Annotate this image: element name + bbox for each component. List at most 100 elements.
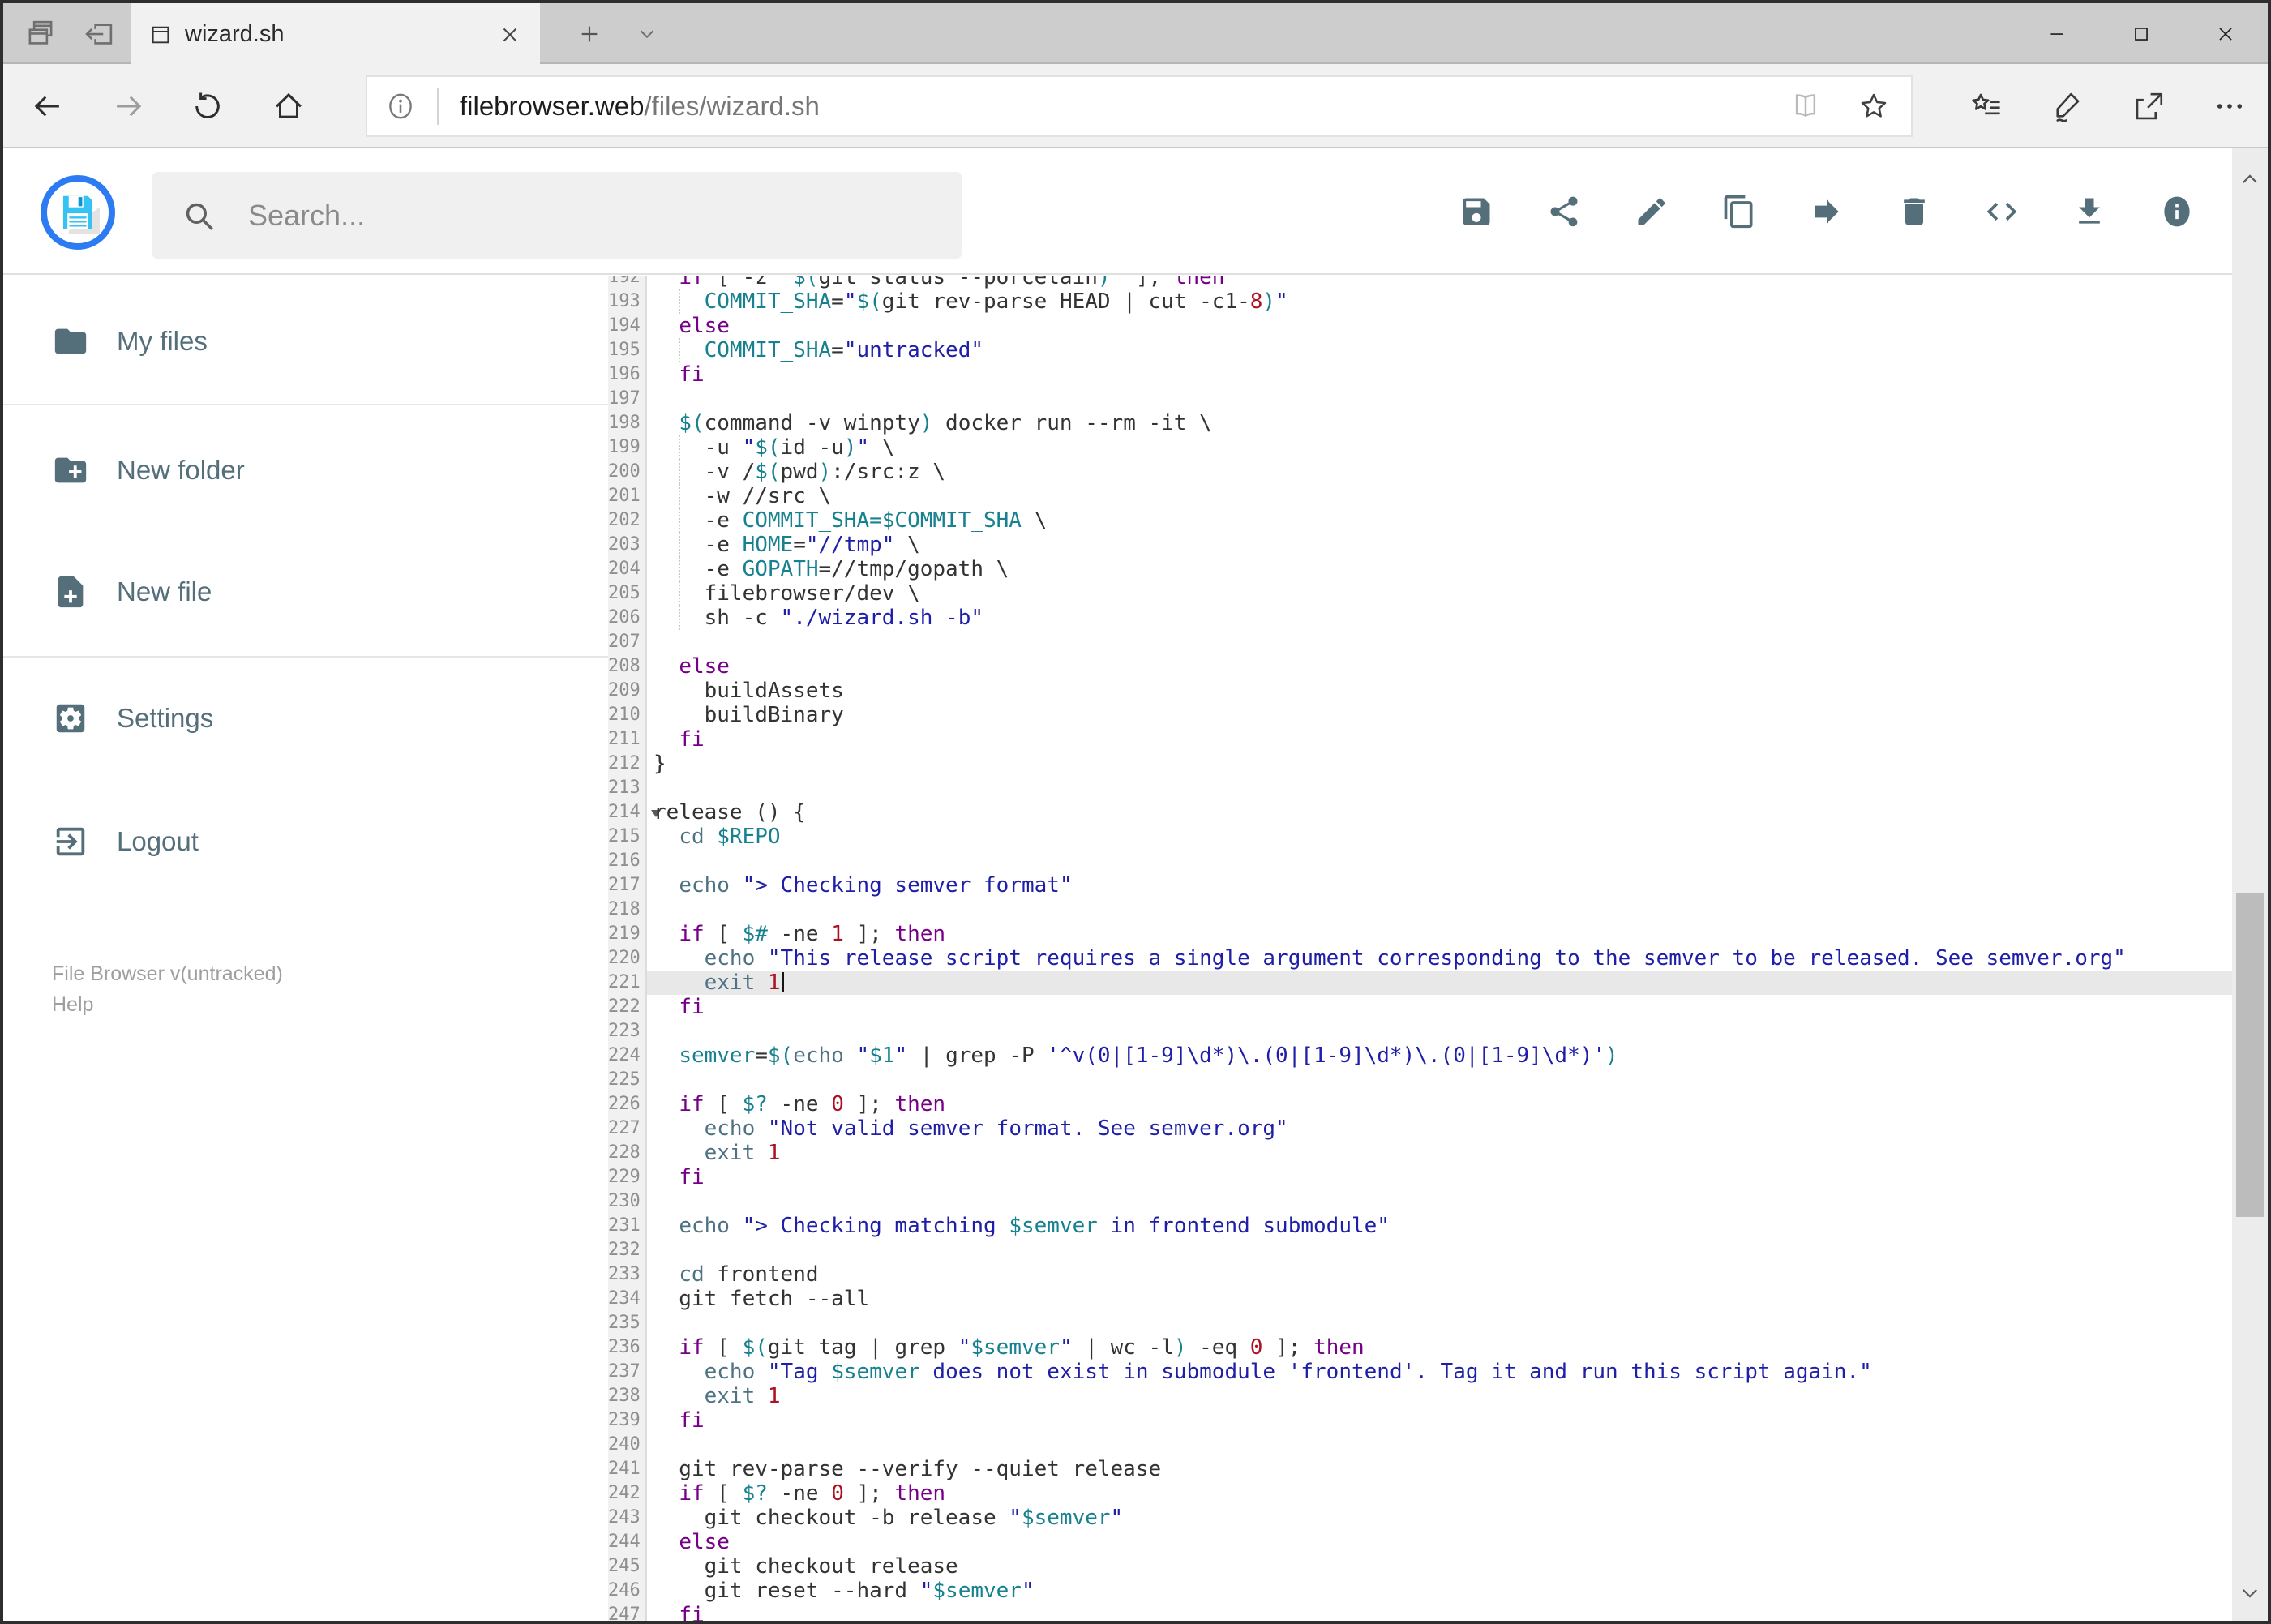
- code-line[interactable]: 243 git checkout -b release "$semver": [608, 1506, 2232, 1530]
- code-line[interactable]: 192 if [ -z "$(git status --porcelain)" …: [608, 276, 2232, 289]
- code-line[interactable]: 240: [608, 1433, 2232, 1457]
- code-line[interactable]: 199 -u "$(id -u)" \: [608, 435, 2232, 460]
- site-info-icon[interactable]: [385, 91, 416, 122]
- code-line[interactable]: 246 git reset --hard "$semver": [608, 1579, 2232, 1603]
- line-number: 214: [608, 800, 661, 825]
- code-line[interactable]: 195 COMMIT_SHA="untracked": [608, 338, 2232, 362]
- code-line[interactable]: 216: [608, 849, 2232, 873]
- code-line[interactable]: 241 git rev-parse --verify --quiet relea…: [608, 1457, 2232, 1481]
- reading-view-icon[interactable]: [1789, 90, 1822, 122]
- code-line[interactable]: 214 release () {: [608, 800, 2232, 825]
- close-button[interactable]: [2183, 3, 2268, 64]
- info-button[interactable]: [2159, 187, 2195, 236]
- back-button[interactable]: [18, 64, 76, 148]
- forward-button[interactable]: [100, 64, 158, 148]
- hub-favorites-button[interactable]: [1969, 81, 2004, 131]
- address-bar[interactable]: filebrowser.web/files/wizard.sh: [366, 75, 1913, 137]
- code-line[interactable]: 205 filebrowser/dev \: [608, 581, 2232, 606]
- code-line[interactable]: 207: [608, 630, 2232, 654]
- scroll-down-button[interactable]: [2232, 1575, 2268, 1611]
- code-line[interactable]: 234 git fetch --all: [608, 1287, 2232, 1311]
- code-line[interactable]: 200 -v /$(pwd):/src:z \: [608, 460, 2232, 484]
- code-line[interactable]: 220 echo "This release script requires a…: [608, 946, 2232, 971]
- sidebar-item-settings[interactable]: Settings: [3, 678, 608, 759]
- code-line[interactable]: 228 exit 1: [608, 1141, 2232, 1165]
- page-scrollbar[interactable]: [2232, 148, 2268, 1621]
- code-line[interactable]: 235: [608, 1311, 2232, 1335]
- favorite-star-icon[interactable]: [1858, 90, 1890, 122]
- code-line[interactable]: 209 buildAssets: [608, 679, 2232, 703]
- code-line[interactable]: 224 semver=$(echo "$1" | grep -P '^v(0|[…: [608, 1043, 2232, 1068]
- code-line[interactable]: 197: [608, 387, 2232, 411]
- code-line[interactable]: 225: [608, 1068, 2232, 1092]
- set-tabs-aside-button[interactable]: [75, 3, 123, 64]
- code-line[interactable]: 239 fi: [608, 1408, 2232, 1433]
- code-line[interactable]: 193 COMMIT_SHA="$(git rev-parse HEAD | c…: [608, 289, 2232, 314]
- code-line[interactable]: 247 fi: [608, 1603, 2232, 1621]
- share-file-button[interactable]: [1546, 187, 1582, 236]
- web-note-button[interactable]: [2050, 81, 2085, 131]
- copy-button[interactable]: [1721, 187, 1757, 236]
- code-line[interactable]: 194 else: [608, 314, 2232, 338]
- code-line[interactable]: 210 buildBinary: [608, 703, 2232, 727]
- code-editor[interactable]: 192 if [ -z "$(git status --porcelain)" …: [608, 276, 2232, 1621]
- code-line[interactable]: 229 fi: [608, 1165, 2232, 1189]
- more-actions-button[interactable]: [2212, 81, 2247, 131]
- code-line[interactable]: 227 echo "Not valid semver format. See s…: [608, 1116, 2232, 1141]
- code-line[interactable]: 238 exit 1: [608, 1384, 2232, 1408]
- maximize-button[interactable]: [2099, 3, 2183, 64]
- refresh-button[interactable]: [178, 64, 237, 148]
- sidebar-item-my-files[interactable]: My files: [3, 301, 608, 382]
- sidebar-item-logout[interactable]: Logout: [3, 801, 608, 882]
- sidebar-item-new-folder[interactable]: New folder: [3, 430, 608, 511]
- download-button[interactable]: [2072, 187, 2107, 236]
- code-line[interactable]: 231 echo "> Checking matching $semver in…: [608, 1214, 2232, 1238]
- code-line[interactable]: 221 exit 1: [608, 971, 2232, 995]
- code-line[interactable]: 232: [608, 1238, 2232, 1262]
- code-line[interactable]: 218: [608, 898, 2232, 922]
- code-line[interactable]: 217 echo "> Checking semver format": [608, 873, 2232, 898]
- code-line[interactable]: 213: [608, 776, 2232, 800]
- home-button[interactable]: [259, 64, 318, 148]
- tab-close-icon[interactable]: [498, 23, 522, 47]
- minimize-button[interactable]: [2015, 3, 2099, 64]
- code-line[interactable]: 204 -e GOPATH=//tmp/gopath \: [608, 557, 2232, 581]
- search-input[interactable]: Search...: [152, 172, 962, 259]
- code-line[interactable]: 223: [608, 1019, 2232, 1043]
- code-line[interactable]: 202 -e COMMIT_SHA=$COMMIT_SHA \: [608, 508, 2232, 533]
- code-line[interactable]: 233 cd frontend: [608, 1262, 2232, 1287]
- tab-preview-button[interactable]: [16, 3, 65, 64]
- scrollbar-thumb[interactable]: [2236, 893, 2264, 1217]
- scroll-up-button[interactable]: [2232, 161, 2268, 197]
- code-line[interactable]: 203 -e HOME="//tmp" \: [608, 533, 2232, 557]
- code-line[interactable]: 226 if [ $? -ne 0 ]; then: [608, 1092, 2232, 1116]
- save-button[interactable]: [1459, 187, 1494, 236]
- filebrowser-logo[interactable]: [41, 175, 115, 250]
- code-line[interactable]: 201 -w //src \: [608, 484, 2232, 508]
- delete-button[interactable]: [1896, 187, 1932, 236]
- help-link[interactable]: Help: [52, 989, 93, 1020]
- code-line[interactable]: 212}: [608, 752, 2232, 776]
- code-line[interactable]: 208 else: [608, 654, 2232, 679]
- code-line[interactable]: 236 if [ $(git tag | grep "$semver" | wc…: [608, 1335, 2232, 1360]
- new-tab-button[interactable]: [561, 3, 618, 64]
- code-line[interactable]: 206 sh -c "./wizard.sh -b": [608, 606, 2232, 630]
- code-line[interactable]: 215 cd $REPO: [608, 825, 2232, 849]
- code-line[interactable]: 211 fi: [608, 727, 2232, 752]
- code-line[interactable]: 222 fi: [608, 995, 2232, 1019]
- code-line[interactable]: 242 if [ $? -ne 0 ]; then: [608, 1481, 2232, 1506]
- rename-button[interactable]: [1634, 187, 1669, 236]
- code-line[interactable]: 244 else: [608, 1530, 2232, 1554]
- tab-list-chevron-button[interactable]: [621, 3, 673, 64]
- code-line[interactable]: 219 if [ $# -ne 1 ]; then: [608, 922, 2232, 946]
- code-line[interactable]: 198 $(command -v winpty) docker run --rm…: [608, 411, 2232, 435]
- code-line[interactable]: 245 git checkout release: [608, 1554, 2232, 1579]
- browser-tab[interactable]: wizard.sh: [131, 3, 540, 66]
- switch-view-button[interactable]: [1984, 187, 2020, 236]
- sidebar-item-new-file[interactable]: New file: [3, 551, 608, 632]
- move-button[interactable]: [1809, 187, 1845, 236]
- code-line[interactable]: 237 echo "Tag $semver does not exist in …: [608, 1360, 2232, 1384]
- code-line[interactable]: 230: [608, 1189, 2232, 1214]
- share-button[interactable]: [2131, 81, 2166, 131]
- code-line[interactable]: 196 fi: [608, 362, 2232, 387]
